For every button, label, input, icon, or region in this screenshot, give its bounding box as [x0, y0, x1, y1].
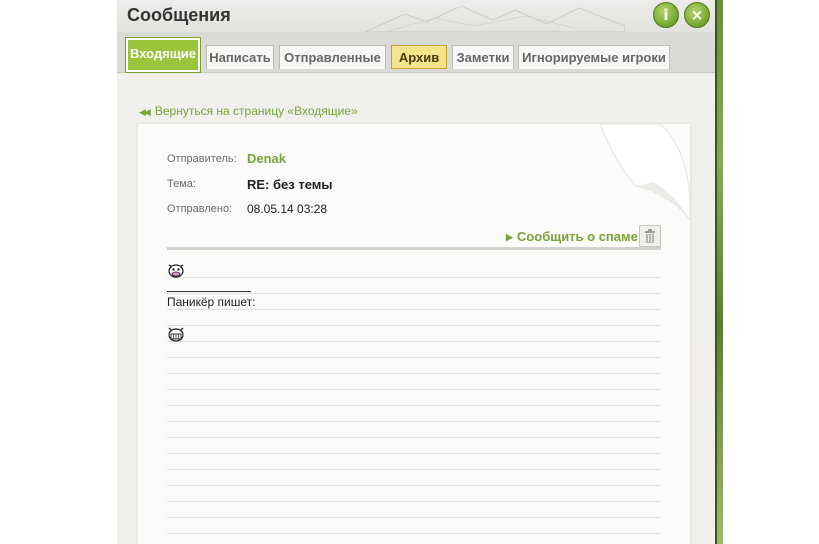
ruled-line — [167, 469, 661, 470]
triangle-right-icon: ▶ — [506, 232, 513, 242]
signature-separator — [167, 291, 251, 292]
ruled-line — [167, 501, 661, 502]
back-link-label: Вернуться на страницу «Входящие» — [154, 104, 358, 118]
window-title: Сообщения — [127, 5, 231, 25]
tab-bar: Входящие Написать Отправленные Архив Зам… — [117, 32, 715, 73]
ruled-line — [167, 325, 661, 326]
info-icon: i — [663, 6, 669, 24]
report-spam-link[interactable]: ▶ Сообщить о спаме — [506, 229, 638, 244]
tab-inbox[interactable]: Входящие — [125, 37, 201, 73]
tab-ignored-players[interactable]: Игнорируемые игроки — [518, 45, 670, 69]
close-icon: × — [690, 6, 704, 24]
header-mountains-decoration — [365, 5, 625, 32]
subject-value: RE: без темы — [247, 177, 333, 192]
ruled-line — [167, 437, 661, 438]
tab-sent[interactable]: Отправленные — [279, 45, 386, 69]
ruled-line — [167, 405, 661, 406]
subject-label: Тема: — [167, 178, 196, 190]
ruled-line — [167, 389, 661, 390]
trash-icon — [645, 229, 655, 243]
sent-date: 08.05.14 03:28 — [247, 202, 328, 216]
close-button[interactable]: × — [684, 2, 710, 28]
ruled-line — [167, 485, 661, 486]
ruled-line — [167, 277, 661, 278]
window-header: Сообщения i × — [117, 0, 715, 32]
quote-author: Паникёр пишет: — [167, 295, 256, 309]
ruled-line — [167, 341, 661, 342]
info-button[interactable]: i — [653, 2, 679, 28]
ruled-line — [167, 453, 661, 454]
background-map-edge — [715, 0, 723, 544]
ruled-line — [167, 373, 661, 374]
report-spam-label: Сообщить о спаме — [516, 229, 638, 244]
sender-name-link[interactable]: Denak — [247, 151, 286, 166]
header-divider — [167, 247, 661, 250]
double-arrow-left-icon: ◀◀ — [139, 107, 151, 117]
grin-smiley-icon — [168, 327, 184, 342]
ruled-line — [167, 421, 661, 422]
cow-smiley-icon — [168, 264, 184, 278]
ruled-line — [167, 517, 661, 518]
tab-archive[interactable]: Архив — [391, 45, 447, 69]
ruled-line — [167, 309, 661, 310]
back-to-inbox-link[interactable]: ◀◀ Вернуться на страницу «Входящие» — [139, 104, 358, 118]
sent-label: Отправлено: — [167, 203, 233, 215]
tab-compose[interactable]: Написать — [206, 45, 274, 69]
ruled-line — [167, 293, 661, 294]
ruled-line — [167, 357, 661, 358]
tab-notes[interactable]: Заметки — [452, 45, 514, 69]
sender-label: Отправитель: — [167, 153, 237, 165]
page-curl-decoration — [600, 124, 691, 222]
delete-button[interactable] — [639, 225, 661, 247]
ruled-line — [167, 533, 661, 534]
